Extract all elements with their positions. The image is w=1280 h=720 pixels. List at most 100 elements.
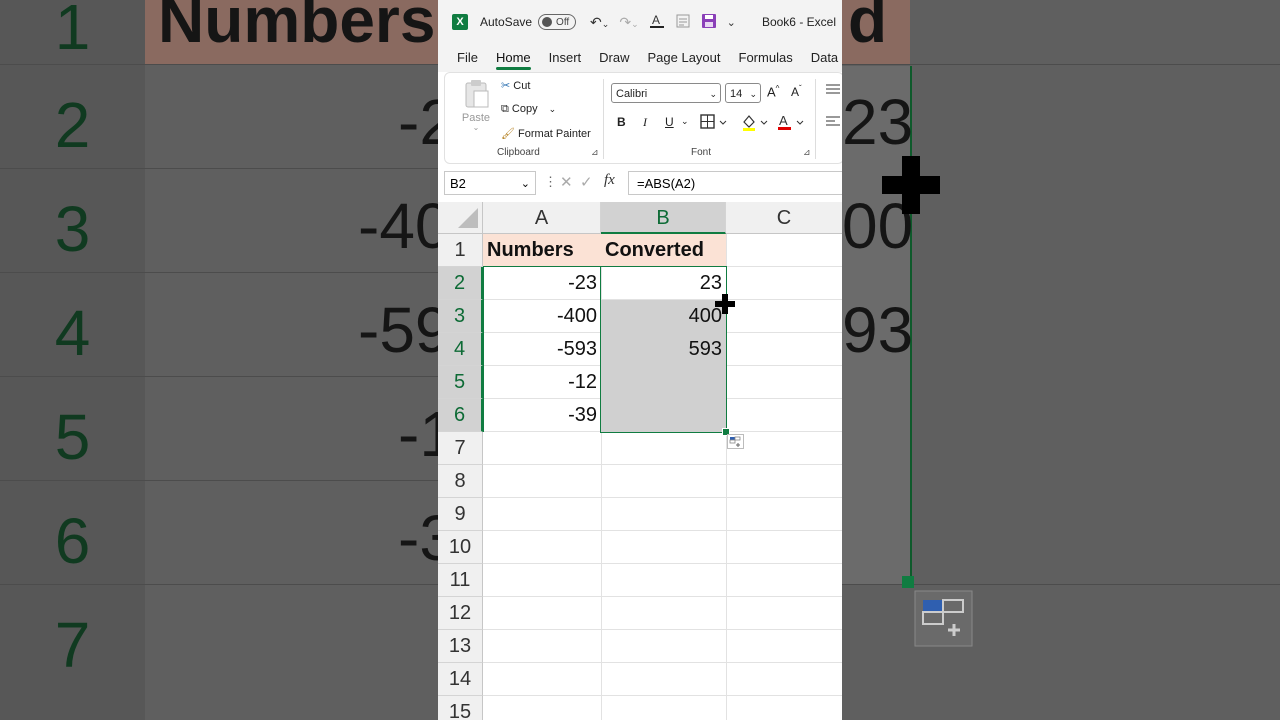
- tab-page-layout[interactable]: Page Layout: [639, 44, 730, 72]
- chevron-down-icon: ⌄: [520, 178, 530, 190]
- font-name-select[interactable]: Calibri ⌄: [611, 83, 721, 103]
- cut-label: Cut: [513, 80, 531, 92]
- bg-fill-cursor-icon: [882, 156, 940, 214]
- form-icon[interactable]: [675, 13, 691, 32]
- row-header[interactable]: 9: [438, 498, 483, 531]
- paste-dropdown-icon: ⌄: [472, 123, 480, 132]
- autofill-options-button[interactable]: [727, 434, 744, 449]
- name-box-value: B2: [450, 176, 466, 191]
- copy-button[interactable]: ⧉ Copy ⌄: [501, 103, 556, 116]
- row-header[interactable]: 7: [438, 432, 483, 465]
- bg-gridline: [842, 64, 1280, 65]
- bg-row-number: 6: [54, 505, 91, 577]
- cell-a1[interactable]: Numbers: [483, 234, 601, 267]
- gridline: [483, 629, 842, 630]
- paste-icon: [465, 80, 489, 108]
- selection-left-border: [483, 266, 484, 432]
- row-header[interactable]: 8: [438, 465, 483, 498]
- excel-window: X AutoSave Off ↶⌄ ↷⌄ A ⌄ Book6 - Excel F…: [438, 0, 842, 720]
- selection-range-border: [600, 266, 727, 433]
- tab-data[interactable]: Data: [802, 44, 842, 72]
- row-header[interactable]: 4: [438, 333, 483, 366]
- tab-insert[interactable]: Insert: [540, 44, 591, 72]
- cell-b1[interactable]: Converted: [601, 234, 726, 267]
- underline-button[interactable]: U: [665, 115, 674, 129]
- group-separator: [815, 79, 816, 159]
- header-bottom-border: [483, 266, 601, 267]
- bg-gridline: [0, 64, 438, 65]
- column-header-c[interactable]: C: [726, 202, 842, 234]
- cell-a6[interactable]: -39: [483, 399, 601, 432]
- group-separator: [603, 79, 604, 159]
- font-color-button[interactable]: A: [777, 113, 805, 134]
- font-size-select[interactable]: 14 ⌄: [725, 83, 761, 103]
- clipboard-launcher-icon[interactable]: ⊿: [591, 147, 599, 158]
- cancel-icon[interactable]: ✕: [560, 173, 573, 191]
- borders-button[interactable]: [700, 113, 728, 134]
- autosave-toggle[interactable]: Off: [538, 14, 577, 30]
- column-header-a[interactable]: A: [483, 202, 601, 234]
- bg-gridline: [0, 376, 438, 377]
- italic-button[interactable]: I: [643, 115, 647, 130]
- ribbon-tabs: File Home Insert Draw Page Layout Formul…: [438, 44, 842, 72]
- font-launcher-icon[interactable]: ⊿: [803, 147, 811, 158]
- name-box[interactable]: B2 ⌄: [444, 171, 536, 195]
- bold-button[interactable]: B: [617, 115, 626, 129]
- fill-cursor-icon: [715, 294, 735, 314]
- chevron-down-icon: ⌄: [749, 89, 757, 99]
- tab-draw[interactable]: Draw: [590, 44, 638, 72]
- row-header[interactable]: 2: [438, 267, 483, 300]
- save-icon[interactable]: [701, 13, 717, 32]
- cell-a4[interactable]: -593: [483, 333, 601, 366]
- insert-function-icon[interactable]: fx: [604, 172, 615, 189]
- gridline: [483, 695, 842, 696]
- font-name-value: Calibri: [616, 88, 648, 100]
- row-header[interactable]: 15: [438, 696, 483, 720]
- gridline: [483, 464, 842, 465]
- customize-toolbar-icon[interactable]: ⌄: [727, 16, 736, 29]
- enter-icon[interactable]: ✓: [580, 173, 593, 191]
- formula-input[interactable]: =ABS(A2): [628, 171, 842, 195]
- scissors-icon: ✂: [501, 80, 511, 92]
- tab-formulas[interactable]: Formulas: [730, 44, 802, 72]
- cell-a3[interactable]: -400: [483, 300, 601, 333]
- autosave-label: AutoSave: [480, 15, 533, 29]
- paste-button[interactable]: Paste ⌄: [461, 79, 491, 132]
- decrease-font-size-icon[interactable]: Aˇ: [791, 84, 802, 99]
- row-header[interactable]: 1: [438, 234, 483, 267]
- bg-gridline: [0, 480, 438, 481]
- spreadsheet-grid: A B C 1 2 3 4 5 6 7 8 9 10 11 12 13 14 1…: [438, 202, 842, 720]
- title-bar: X AutoSave Off ↶⌄ ↷⌄ A ⌄ Book6 - Excel: [438, 0, 842, 44]
- format-painter-button[interactable]: 🖌 Format Painter: [501, 127, 591, 140]
- align-top-icon[interactable]: [825, 83, 841, 98]
- bg-row-number: 3: [54, 193, 91, 265]
- row-header[interactable]: 5: [438, 366, 483, 399]
- select-all-corner[interactable]: [438, 202, 483, 234]
- cell-a2[interactable]: -23: [483, 267, 601, 300]
- tab-file[interactable]: File: [438, 44, 487, 72]
- row-header[interactable]: 3: [438, 300, 483, 333]
- row-header[interactable]: 14: [438, 663, 483, 696]
- font-color-quick-icon[interactable]: A: [649, 13, 665, 32]
- row-header[interactable]: 10: [438, 531, 483, 564]
- autosave-state: Off: [556, 16, 570, 28]
- column-header-b[interactable]: B: [601, 202, 726, 234]
- increase-font-size-icon[interactable]: A^: [767, 84, 779, 99]
- underline-dropdown-icon[interactable]: ⌄: [681, 116, 689, 127]
- row-header[interactable]: 12: [438, 597, 483, 630]
- row-header[interactable]: 6: [438, 399, 483, 432]
- fill-color-button[interactable]: [741, 113, 769, 134]
- formula-bar-options-icon[interactable]: ⋮: [544, 174, 557, 190]
- bg-row-number: 4: [54, 297, 91, 369]
- undo-icon[interactable]: ↶⌄: [590, 14, 609, 31]
- cell-a5[interactable]: -12: [483, 366, 601, 399]
- row-header[interactable]: 13: [438, 630, 483, 663]
- cut-button[interactable]: ✂ Cut: [501, 79, 530, 92]
- bg-header-text: d: [848, 0, 888, 56]
- copy-dropdown-icon: ⌄: [548, 104, 557, 114]
- copy-icon: ⧉: [501, 103, 509, 115]
- redo-icon[interactable]: ↷⌄: [619, 14, 638, 31]
- row-header[interactable]: 11: [438, 564, 483, 597]
- tab-home[interactable]: Home: [487, 44, 540, 72]
- align-left-icon[interactable]: [825, 115, 841, 130]
